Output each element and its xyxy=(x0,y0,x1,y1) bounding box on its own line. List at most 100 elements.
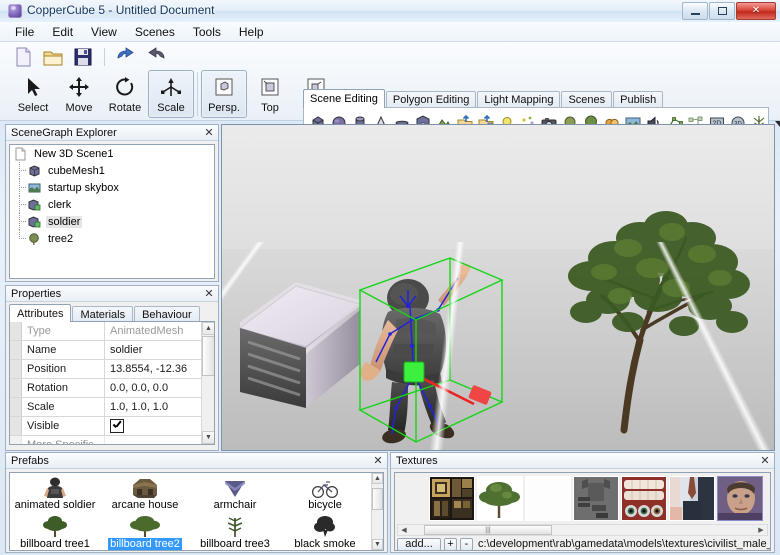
prefab-item-animated-soldier[interactable]: animated soldier xyxy=(10,473,100,512)
properties-header: Properties ✕ xyxy=(6,286,218,302)
scroll-up-icon[interactable]: ▲ xyxy=(372,473,383,484)
property-value[interactable]: 0.0, 0.0, 0.0 xyxy=(105,379,214,397)
minimize-button[interactable] xyxy=(682,2,708,20)
tab-scenes[interactable]: Scenes xyxy=(561,91,613,108)
property-row-position[interactable]: Position 13.8554, -12.36 xyxy=(10,360,214,379)
tree-node-startup-skybox[interactable]: startup skybox xyxy=(10,179,214,196)
property-row-visible[interactable]: Visible xyxy=(10,417,214,436)
scroll-up-icon[interactable]: ▲ xyxy=(202,322,214,335)
prefab-item-bicycle[interactable]: bicycle xyxy=(280,473,370,512)
scroll-right-icon[interactable]: ▶ xyxy=(755,525,767,535)
new-document-icon[interactable] xyxy=(12,46,34,68)
scroll-down-icon[interactable]: ▼ xyxy=(372,539,383,550)
top-view-icon xyxy=(259,74,281,100)
tree-node-scene[interactable]: New 3D Scene1 xyxy=(10,145,214,162)
window-controls: ✕ xyxy=(682,2,776,20)
texture-shirt-tie[interactable] xyxy=(669,476,715,521)
properties-title: Properties xyxy=(11,287,62,300)
property-row-type[interactable]: Type AnimatedMesh xyxy=(10,322,214,341)
close-button[interactable]: ✕ xyxy=(736,2,776,20)
undo-arrow-icon[interactable] xyxy=(115,46,137,68)
texture-soldier-vest[interactable] xyxy=(573,476,619,521)
scale-tool-button[interactable]: Scale xyxy=(148,70,194,118)
perspective-view-button[interactable]: Persp. xyxy=(201,70,247,118)
property-row-scale[interactable]: Scale 1.0, 1.0, 1.0 xyxy=(10,398,214,417)
scenegraph-tree[interactable]: New 3D Scene1 cubeMesh1 startup skybox c… xyxy=(9,144,215,279)
prefab-label: billboard tree3 xyxy=(200,538,270,550)
open-folder-icon[interactable] xyxy=(42,46,64,68)
texture-house-atlas[interactable] xyxy=(429,476,475,521)
scroll-left-icon[interactable]: ◀ xyxy=(398,525,410,535)
3d-viewport[interactable] xyxy=(221,124,775,451)
scroll-down-icon[interactable]: ▼ xyxy=(202,431,214,444)
prefabs-scrollbar[interactable]: ▲ ▼ xyxy=(371,473,383,550)
tree-mesh-icon xyxy=(27,232,42,246)
redo-arrow-icon[interactable] xyxy=(145,46,167,68)
top-view-button[interactable]: Top xyxy=(247,70,293,118)
tree-node-soldier[interactable]: soldier xyxy=(10,213,214,230)
prefabs-list[interactable]: animated soldier arcane house armchair b… xyxy=(9,472,384,551)
texture-blank-white[interactable] xyxy=(525,476,571,521)
property-row-rotation[interactable]: Rotation 0.0, 0.0, 0.0 xyxy=(10,379,214,398)
texture-tree[interactable] xyxy=(477,476,523,521)
soldier-object[interactable] xyxy=(342,250,522,450)
menu-scenes[interactable]: Scenes xyxy=(126,23,184,41)
tab-publish[interactable]: Publish xyxy=(613,91,664,108)
tree-node-tree2[interactable]: tree2 xyxy=(10,230,214,247)
menu-tools[interactable]: Tools xyxy=(184,23,230,41)
properties-scrollbar[interactable]: ▲ ▼ xyxy=(201,322,214,444)
property-value[interactable]: 1.0, 1.0, 1.0 xyxy=(105,398,214,416)
menu-edit[interactable]: Edit xyxy=(43,23,82,41)
property-value[interactable]: soldier xyxy=(105,341,214,359)
tab-light-mapping[interactable]: Light Mapping xyxy=(477,91,561,108)
bicycle-thumb xyxy=(308,476,342,499)
rotate-tool-button[interactable]: Rotate xyxy=(102,70,148,118)
property-key: Rotation xyxy=(22,379,105,397)
scrollbar-thumb[interactable] xyxy=(202,336,214,376)
prefab-item-billboard-tree1[interactable]: billboard tree1 xyxy=(10,512,100,550)
select-tool-button[interactable]: Select xyxy=(10,70,56,118)
add-texture-button[interactable]: add... xyxy=(397,537,441,551)
texture-teeth[interactable] xyxy=(621,476,667,521)
tab-scene-editing[interactable]: Scene Editing xyxy=(303,89,385,108)
animated-mesh-icon xyxy=(27,215,42,229)
perspective-view-label: Persp. xyxy=(208,102,240,114)
menu-file[interactable]: File xyxy=(6,23,43,41)
texture-thumbnail-strip[interactable] xyxy=(397,475,768,522)
prefab-item-black-smoke[interactable]: black smoke xyxy=(280,512,370,550)
prefab-item-armchair[interactable]: armchair xyxy=(190,473,280,512)
tab-polygon-editing[interactable]: Polygon Editing xyxy=(385,91,477,108)
prefab-item-billboard-tree2[interactable]: billboard tree2 xyxy=(100,512,190,550)
tab-attributes[interactable]: Attributes xyxy=(9,304,72,322)
prefabs-close-icon[interactable]: ✕ xyxy=(372,455,384,467)
prefab-item-arcane-house[interactable]: arcane house xyxy=(100,473,190,512)
properties-close-icon[interactable]: ✕ xyxy=(203,288,215,300)
property-row-name[interactable]: Name soldier xyxy=(10,341,214,360)
visible-checkbox[interactable] xyxy=(110,419,124,433)
texture-civilist-male-face[interactable] xyxy=(717,476,763,521)
menu-view[interactable]: View xyxy=(82,23,126,41)
save-floppy-icon[interactable] xyxy=(72,46,94,68)
scenegraph-close-icon[interactable]: ✕ xyxy=(203,127,215,139)
tab-behaviour[interactable]: Behaviour xyxy=(134,306,200,322)
property-value: AnimatedMesh xyxy=(110,325,184,337)
scenegraph-header: SceneGraph Explorer ✕ xyxy=(6,125,218,141)
tab-materials[interactable]: Materials xyxy=(72,306,134,322)
textures-horizontal-scrollbar[interactable]: ◀ ||| ▶ xyxy=(397,524,768,536)
menu-help[interactable]: Help xyxy=(230,23,273,41)
property-value[interactable]: 13.8554, -12.36 xyxy=(105,360,214,378)
scrollbar-thumb[interactable]: ||| xyxy=(424,525,552,535)
move-tool-button[interactable]: Move xyxy=(56,70,102,118)
prefab-item-billboard-tree3[interactable]: billboard tree3 xyxy=(190,512,280,550)
maximize-button[interactable] xyxy=(709,2,735,20)
scroll-track[interactable]: ||| xyxy=(410,525,755,535)
textures-close-icon[interactable]: ✕ xyxy=(759,455,771,467)
tree-node-clerk[interactable]: clerk xyxy=(10,196,214,213)
scrollbar-thumb[interactable] xyxy=(372,488,383,510)
decrease-button[interactable]: - xyxy=(460,537,473,551)
tree-node-cubemesh1[interactable]: cubeMesh1 xyxy=(10,162,214,179)
property-row-more-specific[interactable]: More Specific xyxy=(10,436,214,444)
increase-button[interactable]: + xyxy=(444,537,457,551)
tree2-object[interactable] xyxy=(562,180,752,440)
properties-tab-strip: Attributes Materials Behaviour xyxy=(9,304,201,322)
